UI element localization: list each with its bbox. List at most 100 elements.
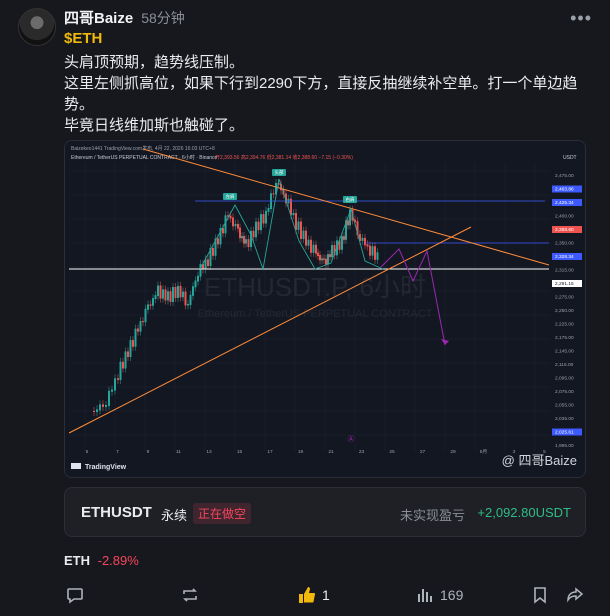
candle (347, 220, 349, 226)
candle (327, 254, 329, 265)
candle (245, 239, 247, 244)
left-shoulder-label: 左肩 (226, 193, 235, 200)
views-stat: 169 (416, 586, 463, 604)
candle (187, 304, 189, 306)
candle (192, 286, 194, 296)
time-axis-label: 27 (420, 449, 426, 455)
candle (239, 227, 241, 239)
candle (139, 321, 142, 332)
comment-button[interactable] (66, 586, 84, 604)
candle (108, 390, 110, 406)
chart-signature: @ 四哥Baize (502, 453, 577, 468)
time-axis-label: 7 (116, 449, 119, 455)
thumbs-up-icon (299, 587, 316, 603)
price-axis-label: 2,025.61 (555, 430, 574, 436)
chart-currency: USDT (563, 155, 577, 161)
price-axis-label: 2,350.00 (555, 241, 574, 247)
right-shoulder-label: 右肩 (346, 196, 355, 203)
candle (132, 340, 134, 347)
candle (117, 378, 119, 380)
time-axis-label: 11 (176, 449, 181, 455)
chart-image[interactable]: Baizekeo1441 TradingView.com发布, 4月 22, 2… (64, 140, 586, 478)
candle (189, 294, 192, 306)
candle (307, 239, 310, 246)
candle (199, 263, 202, 277)
candle (331, 245, 333, 258)
candle (157, 285, 159, 297)
price-axis-label: 2,075.00 (555, 389, 574, 395)
candle (312, 244, 315, 253)
candle (154, 295, 157, 300)
candle (229, 215, 232, 219)
candle (374, 246, 376, 260)
bookmark-icon (534, 587, 546, 604)
position-type: 永续 (161, 508, 188, 523)
coin-tag[interactable]: ETH -2.89% (64, 553, 139, 568)
candle (194, 280, 197, 288)
position-card[interactable]: ETHUSDT 永续 正在做空 未实现盈亏 +2,092.80USDT (64, 487, 586, 537)
comment-icon (67, 588, 83, 604)
price-chart: Baizekeo1441 TradingView.com发布, 4月 22, 2… (65, 141, 585, 477)
post-header: 四哥Baize 58分钟 (64, 7, 185, 28)
bookmark-button[interactable] (532, 586, 548, 604)
time-axis-label: 29 (450, 449, 456, 455)
candle (217, 238, 219, 245)
repost-button[interactable] (180, 586, 200, 604)
more-options-icon[interactable]: ••• (570, 8, 592, 29)
candle (300, 221, 302, 239)
price-axis-label: 2,055.00 (555, 403, 574, 409)
price-axis-label: 2,275.00 (555, 295, 574, 301)
candle (164, 289, 167, 301)
price-axis-label: 2,250.00 (555, 308, 574, 314)
candle (237, 223, 239, 229)
candle (267, 207, 270, 212)
candle (179, 285, 182, 298)
head-label: 头部 (275, 169, 284, 176)
time-axis-label: 9 (147, 449, 150, 455)
author-avatar[interactable] (18, 8, 56, 46)
candle (295, 212, 297, 230)
price-axis-label: 2,475.00 (555, 173, 574, 179)
candle (137, 328, 139, 332)
candle (184, 291, 187, 306)
candle (341, 236, 343, 250)
views-count: 169 (440, 587, 464, 603)
like-count: 1 (322, 587, 330, 603)
price-axis-label: 2,145.00 (555, 349, 574, 355)
candle (159, 285, 162, 299)
candle (197, 275, 199, 282)
candle (147, 304, 149, 310)
author-name[interactable]: 四哥Baize (64, 7, 133, 28)
views-bar-icon (418, 589, 432, 602)
candle (252, 230, 255, 238)
candle (152, 298, 154, 306)
post-line: 头肩顶预期，趋势线压制。 (64, 54, 245, 71)
candle (102, 404, 104, 407)
candle (127, 351, 129, 358)
candle (207, 259, 209, 266)
share-button[interactable] (566, 586, 584, 604)
candle (96, 409, 98, 412)
candle (111, 389, 113, 392)
coin-change: -2.89% (97, 553, 139, 568)
tradingview-logo-icon (71, 463, 81, 469)
candle (361, 237, 364, 241)
coin-symbol: ETH (64, 553, 90, 568)
like-button[interactable]: 1 (298, 586, 330, 604)
ticker-link[interactable]: $ETH (64, 30, 102, 47)
candle (257, 221, 260, 231)
time-axis-label: 23 (359, 449, 365, 455)
price-axis-label: 2,225.00 (555, 322, 574, 328)
candle (323, 258, 325, 260)
price-axis-label: 2,388.60 (555, 227, 574, 233)
position-status-badge: 正在做空 (193, 503, 252, 524)
candle (260, 214, 262, 231)
candle (162, 289, 164, 299)
time-axis-label: 5月 (480, 449, 487, 455)
candle (317, 252, 319, 257)
pnl-label: 未实现盈亏 (399, 508, 465, 523)
candle (297, 221, 300, 230)
price-axis-label: 2,425.34 (555, 200, 574, 206)
price-axis-label: 2,291.15 (555, 281, 574, 287)
tradingview-brand: TradingView (85, 464, 127, 471)
